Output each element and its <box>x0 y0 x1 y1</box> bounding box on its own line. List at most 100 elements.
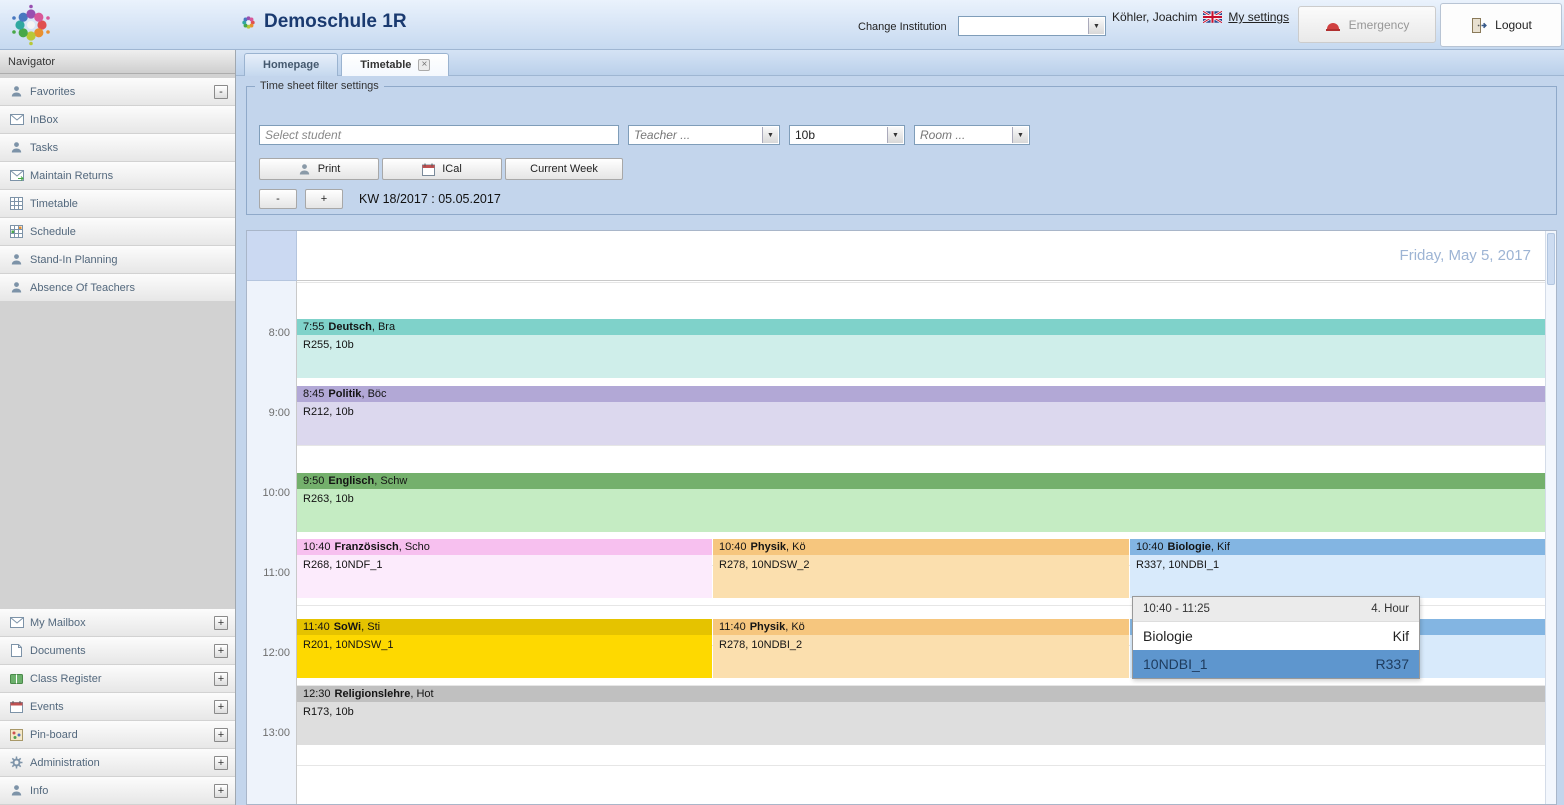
expand-button[interactable]: + <box>214 756 228 770</box>
sidebar-item-inbox[interactable]: InBox <box>0 106 235 133</box>
tab-homepage[interactable]: Homepage <box>244 53 338 76</box>
calendar-day-header: Friday, May 5, 2017 <box>297 231 1545 281</box>
sidebar-item-label: Schedule <box>30 226 76 238</box>
mail-return-icon <box>8 170 25 181</box>
expand-button[interactable]: + <box>214 616 228 630</box>
current-week-button[interactable]: Current Week <box>505 158 623 180</box>
navigator-title: Navigator <box>0 50 235 74</box>
institution-dropdown[interactable]: ▼ <box>958 16 1106 36</box>
expand-button[interactable]: + <box>214 644 228 658</box>
sidebar-section-pin-board[interactable]: Pin-board + <box>0 721 235 748</box>
sidebar-item-label: Tasks <box>30 142 58 154</box>
sidebar-item-timetable[interactable]: Timetable <box>0 190 235 217</box>
event-title: 10:40Französisch, Scho <box>303 540 706 555</box>
sidebar-item-schedule[interactable]: Schedule <box>0 218 235 245</box>
expand-button[interactable]: + <box>214 784 228 798</box>
dropdown-arrow-icon[interactable]: ▼ <box>887 127 903 143</box>
dropdown-arrow-icon[interactable]: ▼ <box>1012 127 1028 143</box>
time-label: 12:00 <box>250 647 290 659</box>
event-title: 11:40Physik, Kö <box>719 620 1123 635</box>
logout-door-icon <box>1470 17 1487 34</box>
filter-inputs-row: Teacher ... ▼ 10b ▼ Room ... ▼ <box>259 125 1030 145</box>
dropdown-arrow-icon[interactable]: ▼ <box>1088 18 1104 34</box>
person-icon <box>8 253 25 266</box>
user-block: Köhler, Joachim My settings <box>1112 10 1289 24</box>
sidebar-section-documents[interactable]: Documents + <box>0 637 235 664</box>
expand-button[interactable]: + <box>214 728 228 742</box>
logout-button[interactable]: Logout <box>1440 3 1562 47</box>
room-dropdown[interactable]: Room ... ▼ <box>914 125 1030 145</box>
sidebar-section-administration[interactable]: Administration + <box>0 749 235 776</box>
event-deutsch[interactable]: 7:55Deutsch, Bra R255, 10b <box>297 319 1545 378</box>
calendar-icon <box>8 701 25 713</box>
next-week-button[interactable]: + <box>305 189 343 209</box>
timetable-grid-icon <box>8 197 25 210</box>
tooltip-group: 10NDBI_1 <box>1143 656 1208 672</box>
teacher-dropdown-value: Teacher ... <box>634 128 759 142</box>
event-biologie[interactable]: 10:40Biologie, Kif R337, 10NDBI_1 <box>1130 539 1545 598</box>
expand-button[interactable]: + <box>214 700 228 714</box>
calendar-scrollbar[interactable] <box>1545 231 1556 804</box>
change-institution-label: Change Institution <box>858 21 947 33</box>
sidebar-section-label: Pin-board <box>30 729 78 741</box>
sidebar-item-label: Stand-In Planning <box>30 254 117 266</box>
my-settings-link[interactable]: My settings <box>1228 10 1289 24</box>
teacher-dropdown[interactable]: Teacher ... ▼ <box>628 125 780 145</box>
student-search-input[interactable] <box>259 125 619 145</box>
event-room: R337, 10NDBI_1 <box>1136 558 1539 573</box>
sidebar-item-absence-of-teachers[interactable]: Absence Of Teachers <box>0 274 235 301</box>
calendar-corner <box>247 231 297 281</box>
timetable-calendar: Friday, May 5, 2017 8:00 9:00 10:00 11:0… <box>246 230 1557 805</box>
user-name: Köhler, Joachim <box>1112 10 1197 24</box>
event-title: 9:50Englisch, Schw <box>303 474 1539 489</box>
dropdown-arrow-icon[interactable]: ▼ <box>762 127 778 143</box>
event-room: R263, 10b <box>303 492 1539 507</box>
gear-icon <box>8 756 25 769</box>
week-navigation-row: - + KW 18/2017 : 05.05.2017 <box>259 189 501 209</box>
school-flower-icon <box>240 14 257 31</box>
print-button[interactable]: Print <box>259 158 379 180</box>
sidebar-item-maintain-returns[interactable]: Maintain Returns <box>0 162 235 189</box>
sidebar-section-events[interactable]: Events + <box>0 693 235 720</box>
event-physik-1040[interactable]: 10:40Physik, Kö R278, 10NDSW_2 <box>713 539 1129 598</box>
pinboard-icon <box>8 729 25 741</box>
close-tab-icon[interactable]: × <box>418 59 430 71</box>
calendar-icon <box>422 163 435 176</box>
tooltip-group-row: 10NDBI_1 R337 <box>1133 650 1419 678</box>
class-dropdown[interactable]: 10b ▼ <box>789 125 905 145</box>
sidebar-item-tasks[interactable]: Tasks <box>0 134 235 161</box>
class-dropdown-value: 10b <box>795 128 884 142</box>
tooltip-hour: 4. Hour <box>1371 603 1409 615</box>
ical-button[interactable]: ICal <box>382 158 502 180</box>
time-label: 11:00 <box>250 567 290 579</box>
person-icon <box>8 784 25 797</box>
sidebar-section-class-register[interactable]: Class Register + <box>0 665 235 692</box>
timesheet-filter-panel: Time sheet filter settings Teacher ... ▼… <box>246 80 1557 215</box>
tab-timetable[interactable]: Timetable × <box>341 53 449 76</box>
event-religionslehre[interactable]: 12:30Religionslehre, Hot R173, 10b <box>297 686 1545 745</box>
sidebar-section-my-mailbox[interactable]: My Mailbox + <box>0 609 235 636</box>
event-room: R255, 10b <box>303 338 1539 353</box>
event-sowi[interactable]: 11:40SoWi, Sti R201, 10NDSW_1 <box>297 619 712 678</box>
previous-week-button[interactable]: - <box>259 189 297 209</box>
sidebar-section-label: Events <box>30 701 64 713</box>
scrollbar-thumb[interactable] <box>1547 233 1555 285</box>
tab-label: Timetable <box>360 59 411 71</box>
collapse-button[interactable]: - <box>214 85 228 99</box>
sidebar-item-label: InBox <box>30 114 58 126</box>
expand-button[interactable]: + <box>214 672 228 686</box>
sidebar-item-stand-in-planning[interactable]: Stand-In Planning <box>0 246 235 273</box>
sidebar-section-info[interactable]: Info + <box>0 777 235 804</box>
event-politik[interactable]: 8:45Politik, Böc R212, 10b <box>297 386 1545 445</box>
emergency-button[interactable]: Emergency <box>1298 6 1436 43</box>
tooltip-room: R337 <box>1376 656 1409 672</box>
emergency-siren-icon <box>1325 18 1341 32</box>
event-franzoesisch[interactable]: 10:40Französisch, Scho R268, 10NDF_1 <box>297 539 712 598</box>
time-label: 13:00 <box>250 727 290 739</box>
event-title: 10:40Physik, Kö <box>719 540 1123 555</box>
sidebar-group-favorites[interactable]: Favorites - <box>0 78 235 105</box>
time-label: 10:00 <box>250 487 290 499</box>
event-physik-1140[interactable]: 11:40Physik, Kö R278, 10NDBI_2 <box>713 619 1129 678</box>
event-englisch[interactable]: 9:50Englisch, Schw R263, 10b <box>297 473 1545 532</box>
page-title: Demoschule 1R <box>264 11 407 33</box>
